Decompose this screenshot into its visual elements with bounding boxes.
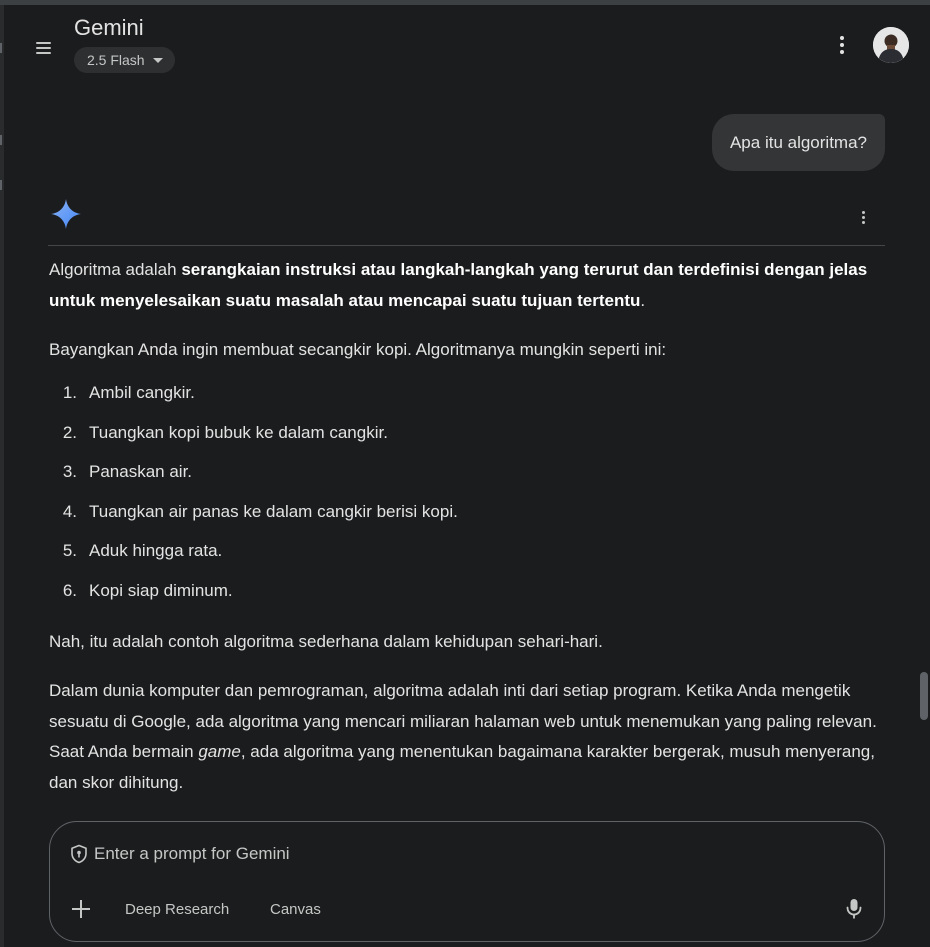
dot <box>840 43 844 47</box>
step-text: Aduk hingga rata. <box>89 541 223 560</box>
app-title: Gemini <box>74 15 144 40</box>
dot <box>840 36 844 40</box>
step-number: 6. <box>62 580 77 600</box>
list-item: 6. Kopi siap diminum. <box>49 571 885 611</box>
step-text: Tuangkan kopi bubuk ke dalam cangkir. <box>89 422 388 442</box>
step-text: Panaskan air. <box>89 462 193 481</box>
computing-italic: game <box>198 742 241 761</box>
list-item: 5. Aduk hingga rata. <box>49 532 885 572</box>
response-analogy: Bayangkan Anda ingin membuat secangkir k… <box>49 340 667 359</box>
avatar-image <box>873 27 909 63</box>
menu-icon[interactable] <box>30 35 56 61</box>
add-icon[interactable] <box>70 898 92 920</box>
window-left-edge <box>0 5 4 947</box>
menu-icon-line <box>35 42 51 44</box>
response-more-icon[interactable] <box>855 208 871 226</box>
list-item: 4. Tuangkan air panas ke dalam cangkir be… <box>49 492 885 532</box>
user-message-text: Apa itu algoritma? <box>729 132 867 152</box>
response-summary: Nah, itu adalah contoh algoritma sederha… <box>49 631 603 651</box>
dot <box>861 220 865 224</box>
intro-plain: Algoritma adalah <box>49 260 182 279</box>
prompt-composer: Enter a prompt for Gemini Deep Research … <box>49 821 885 942</box>
dot <box>840 50 844 54</box>
canvas-button[interactable]: Canvas <box>270 898 321 920</box>
shield-icon <box>71 844 87 864</box>
steps-list: 1. Ambil cangkir. 2. Tuangkan kopi bubuk k… <box>49 374 885 611</box>
step-number: 2. <box>62 422 77 442</box>
step-number: 4. <box>62 501 77 521</box>
step-text: Ambil cangkir. <box>89 383 195 402</box>
intro-end: . <box>640 290 646 310</box>
edge-tick <box>0 180 2 190</box>
model-response: Algoritma adalah serangkaian instruksi a… <box>49 255 885 817</box>
menu-icon-line <box>35 52 51 54</box>
top-app-bar: Gemini 2.5 Flash <box>0 5 930 85</box>
edge-tick <box>0 135 2 145</box>
user-message-bubble: Apa itu algoritma? <box>711 114 885 171</box>
dot <box>861 210 865 214</box>
model-selector-button[interactable]: 2.5 Flash <box>74 47 175 73</box>
microphone-icon[interactable] <box>845 898 863 920</box>
response-divider <box>48 245 885 246</box>
response-computing: Dalam dunia komputer dan pemrograman, al… <box>49 676 885 798</box>
step-number: 3. <box>62 462 77 481</box>
response-intro: Algoritma adalah serangkaian instruksi a… <box>49 255 885 316</box>
step-number: 1. <box>62 383 77 402</box>
chevron-down-icon <box>152 57 163 63</box>
step-number: 5. <box>62 541 77 560</box>
scrollbar-thumb[interactable] <box>920 672 928 720</box>
list-item: 1. Ambil cangkir. <box>49 374 885 414</box>
menu-icon-line <box>35 47 51 49</box>
gemini-spark-icon <box>51 199 81 229</box>
step-text: Tuangkan air panas ke dalam cangkir beri… <box>89 501 458 521</box>
step-text: Kopi siap diminum. <box>89 580 233 600</box>
avatar[interactable] <box>873 27 909 63</box>
more-vert-icon[interactable] <box>830 33 854 57</box>
model-label: 2.5 Flash <box>87 52 145 68</box>
prompt-input[interactable]: Enter a prompt for Gemini <box>70 844 290 864</box>
deep-research-button[interactable]: Deep Research <box>125 898 229 920</box>
list-item: 2. Tuangkan kopi bubuk ke dalam cangkir. <box>49 413 885 453</box>
prompt-placeholder: Enter a prompt for Gemini <box>94 844 290 863</box>
dot <box>861 215 865 219</box>
list-item: 3. Panaskan air. <box>49 453 885 493</box>
